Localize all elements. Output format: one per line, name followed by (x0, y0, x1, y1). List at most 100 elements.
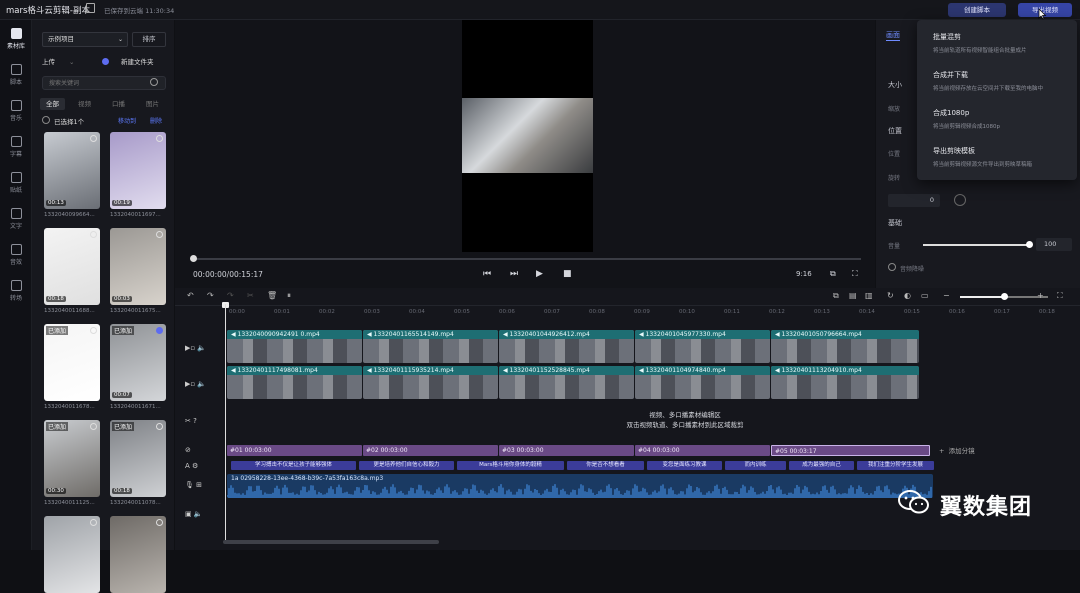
create-script-button[interactable]: 创建脚本 (948, 3, 1006, 17)
document-icon[interactable]: ▤ (849, 291, 857, 300)
subtitle-clip[interactable]: Mars格斗用你身体的毅精 (457, 461, 564, 470)
nav-script[interactable]: 脚本 (0, 60, 32, 94)
volume-slider[interactable] (923, 244, 1029, 246)
time-ruler[interactable]: 00:00 00:01 00:02 00:03 00:04 00:05 00:06 00:07… (225, 306, 1080, 318)
volume-slider-handle[interactable] (1026, 241, 1033, 248)
thumbnail-checkbox[interactable] (156, 519, 163, 526)
new-folder-button[interactable]: 新建文件夹 (102, 56, 154, 66)
search-input[interactable] (42, 76, 166, 90)
zoom-out-icon[interactable]: − (943, 291, 950, 300)
media-thumbnail[interactable]: 已添加 00:30 (44, 420, 100, 497)
text-track-icon[interactable]: A ⚙ (185, 462, 198, 470)
thumbnail-checkbox[interactable] (156, 327, 163, 334)
filter-tab-voiceover[interactable]: 口播 (106, 98, 131, 110)
nav-media-library[interactable]: 素材库 (0, 24, 32, 58)
video-clip[interactable]: ◀ 13320401113204910.mp4 (771, 366, 919, 399)
storyboard-segment[interactable]: #03 00:03:00 (499, 445, 634, 456)
subtitle-clip[interactable]: 我们注重分阶学生发展 (857, 461, 934, 470)
upload-button[interactable]: 上传 ⌄ (42, 56, 74, 66)
thumbnail-checkbox[interactable] (90, 519, 97, 526)
video-clip[interactable]: ◀ 13320401044926412.mp4 (499, 330, 634, 363)
add-segment-button[interactable]: + 添加分镜 (939, 445, 975, 455)
media-thumbnail[interactable]: 已添加 00:18 (110, 420, 166, 497)
zoom-in-icon[interactable]: + (1037, 291, 1044, 300)
thumbnail-checkbox[interactable] (90, 327, 97, 334)
search-icon[interactable] (150, 78, 158, 86)
storyboard-segment[interactable]: #01 00:03:00 (227, 445, 362, 456)
media-thumbnail[interactable] (44, 516, 100, 593)
video-clip[interactable]: ◀ 13320401152528845.mp4 (499, 366, 634, 399)
media-thumbnail[interactable]: 已添加 00:07 (110, 324, 166, 401)
next-frame-icon[interactable]: ⏭ (510, 269, 518, 279)
media-thumbnail[interactable]: 已添加 (44, 324, 100, 401)
track2-video-icon[interactable]: ▶▫ 🔈 (185, 380, 206, 388)
storyboard-segment[interactable]: #04 00:03:00 (635, 445, 770, 456)
scissors-icon[interactable]: ✂ ? (185, 417, 197, 425)
thumbnail-checkbox[interactable] (90, 423, 97, 430)
storyboard-segment[interactable]: #02 00:03:00 (363, 445, 498, 456)
stop-icon[interactable]: ■ (563, 269, 572, 279)
media-thumbnail[interactable]: 00:03 (110, 228, 166, 305)
undo-icon[interactable]: ↶ (187, 291, 194, 300)
menu-item-compose-1080p[interactable]: 合成1080p 将当前剪辑视频合成1080p (933, 108, 1073, 130)
media-thumbnail[interactable] (110, 516, 166, 593)
move-to-link[interactable]: 移动到 (118, 116, 136, 125)
volume-input[interactable]: 100 (1036, 238, 1072, 251)
filter-tab-all[interactable]: 全部 (40, 98, 65, 110)
split-icon[interactable]: ✂ (247, 291, 254, 300)
tab-picture[interactable]: 画面 (886, 30, 900, 41)
subtitle-clip[interactable]: 学习搏击不仅是让孩子能够强体 (231, 461, 356, 470)
sort-button[interactable]: 排序 (132, 32, 166, 47)
zoom-slider-handle[interactable] (1001, 293, 1008, 300)
crop-icon[interactable]: ⧉ (833, 291, 839, 301)
image-track-icon[interactable]: ▣ 🔈 (185, 510, 203, 518)
thumbnail-checkbox[interactable] (90, 135, 97, 142)
rotate-input[interactable]: 0 (888, 194, 940, 207)
video-clip[interactable]: ◀ 1332040090942491 0.mp4 (227, 330, 362, 363)
previous-frame-icon[interactable]: ⏮ (483, 269, 491, 279)
nav-subtitle[interactable]: 字幕 (0, 132, 32, 166)
sync-icon[interactable]: ↻ (887, 291, 894, 300)
preview-scrubber[interactable] (193, 258, 861, 260)
track1-video-icon[interactable]: ▶▫ 🔈 (185, 344, 206, 352)
subtitle-clip[interactable]: 更是培养他们自信心和毅力 (359, 461, 454, 470)
preview-canvas[interactable] (462, 20, 593, 252)
freeze-icon[interactable]: ⏸ (287, 291, 291, 301)
toggle-icon[interactable]: ◐ (904, 291, 911, 300)
fullscreen-icon[interactable]: ⛶ (852, 269, 858, 279)
storyboard-segment[interactable]: #05 00:03:17 (771, 445, 930, 456)
video-clip[interactable]: ◀ 13320401045977330.mp4 (635, 330, 770, 363)
project-select[interactable]: 示例项目 ⌄ (42, 32, 128, 47)
thumbnail-checkbox[interactable] (90, 231, 97, 238)
video-clip[interactable]: ◀ 13320401165514149.mp4 (363, 330, 498, 363)
menu-item-batch-mix[interactable]: 批量混剪 将当前轨道所有视频智能组合批量成片 (933, 32, 1073, 54)
fit-icon[interactable]: ▭ (921, 291, 929, 300)
fit-timeline-icon[interactable]: ⛶ (1057, 291, 1063, 301)
clear-icon[interactable]: ▥ (865, 291, 873, 300)
rename-icon[interactable] (86, 3, 95, 13)
play-icon[interactable]: ▶ (536, 269, 543, 279)
video-clip[interactable]: ◀ 13320401115935214.mp4 (363, 366, 498, 399)
nav-sticker[interactable]: 贴纸 (0, 168, 32, 202)
nav-text[interactable]: 文字 (0, 204, 32, 238)
denoise-checkbox[interactable] (888, 263, 896, 271)
thumbnail-checkbox[interactable] (156, 135, 163, 142)
thumbnail-checkbox[interactable] (156, 423, 163, 430)
scrubber-handle[interactable] (190, 255, 197, 262)
media-thumbnail[interactable]: 00:13 (44, 132, 100, 209)
subtitle-clip[interactable]: 变您是面练习教课 (647, 461, 722, 470)
nav-music[interactable]: 音乐 (0, 96, 32, 130)
delete-link[interactable]: 删除 (150, 116, 162, 125)
select-all-checkbox[interactable] (42, 116, 50, 124)
subtitle-clip[interactable]: 成为最强的自己 (789, 461, 854, 470)
menu-item-export-template[interactable]: 导出剪映模板 将当前剪辑视频源文件导出到剪映草稿箱 (933, 146, 1073, 168)
subtitle-clip[interactable]: 而内训练 (725, 461, 786, 470)
video-clip[interactable]: ◀ 13320401104974840.mp4 (635, 366, 770, 399)
subtitle-clip[interactable]: 你是否不想看看 (567, 461, 644, 470)
video-clip[interactable]: ◀ 13320401117498081.mp4 (227, 366, 362, 399)
redo-icon[interactable]: ↷ (207, 291, 214, 300)
segment-track-icon[interactable]: ⊘ (185, 446, 191, 454)
crop-icon[interactable]: ⧉ (830, 269, 836, 279)
playhead[interactable] (225, 304, 226, 544)
media-thumbnail[interactable]: 00:19 (110, 132, 166, 209)
